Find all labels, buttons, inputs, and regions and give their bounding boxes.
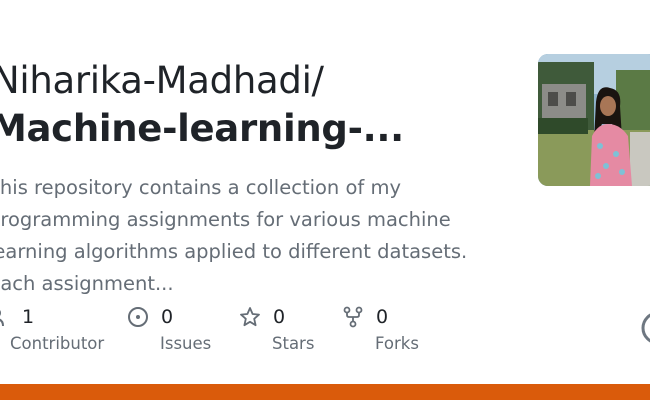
stat-stars[interactable]: 0 Stars <box>239 302 314 353</box>
description-line: programming assignments for various mach… <box>0 208 451 231</box>
description-line: This repository contains a collection of… <box>0 176 402 199</box>
star-icon <box>239 306 261 328</box>
repo-forked-icon <box>342 306 364 328</box>
contributors-label: Contributor <box>10 334 105 353</box>
people-icon <box>0 306 10 328</box>
repository-social-card: Niharika-Madhadi/ Machine-learning-... T… <box>0 0 650 400</box>
stars-label: Stars <box>272 334 315 353</box>
issues-count: 0 <box>161 306 174 328</box>
forks-label: Forks <box>375 334 419 353</box>
stat-contributors[interactable]: 1 Contributor <box>0 302 104 353</box>
owner-avatar[interactable] <box>538 54 650 186</box>
description-line: learning algorithms applied to different… <box>0 240 468 263</box>
repository-stats: 1 Contributor 0 Issues 0 Stars 0 Forks <box>0 302 650 362</box>
description-line: Each assignment... <box>0 272 174 295</box>
contributors-count: 1 <box>22 306 35 328</box>
repository-name[interactable]: Machine-learning-... <box>0 104 404 154</box>
stat-forks[interactable]: 0 Forks <box>342 302 419 353</box>
issues-label: Issues <box>160 334 212 353</box>
language-color-bar <box>0 384 650 400</box>
stat-issues[interactable]: 0 Issues <box>127 302 211 353</box>
repository-description: This repository contains a collection of… <box>0 172 473 300</box>
avatar-photo <box>538 54 650 186</box>
repository-owner[interactable]: Niharika-Madhadi/ <box>0 58 324 104</box>
forks-count: 0 <box>376 306 389 328</box>
issue-opened-icon <box>127 306 149 328</box>
github-logo-icon[interactable] <box>641 311 650 345</box>
stars-count: 0 <box>273 306 286 328</box>
